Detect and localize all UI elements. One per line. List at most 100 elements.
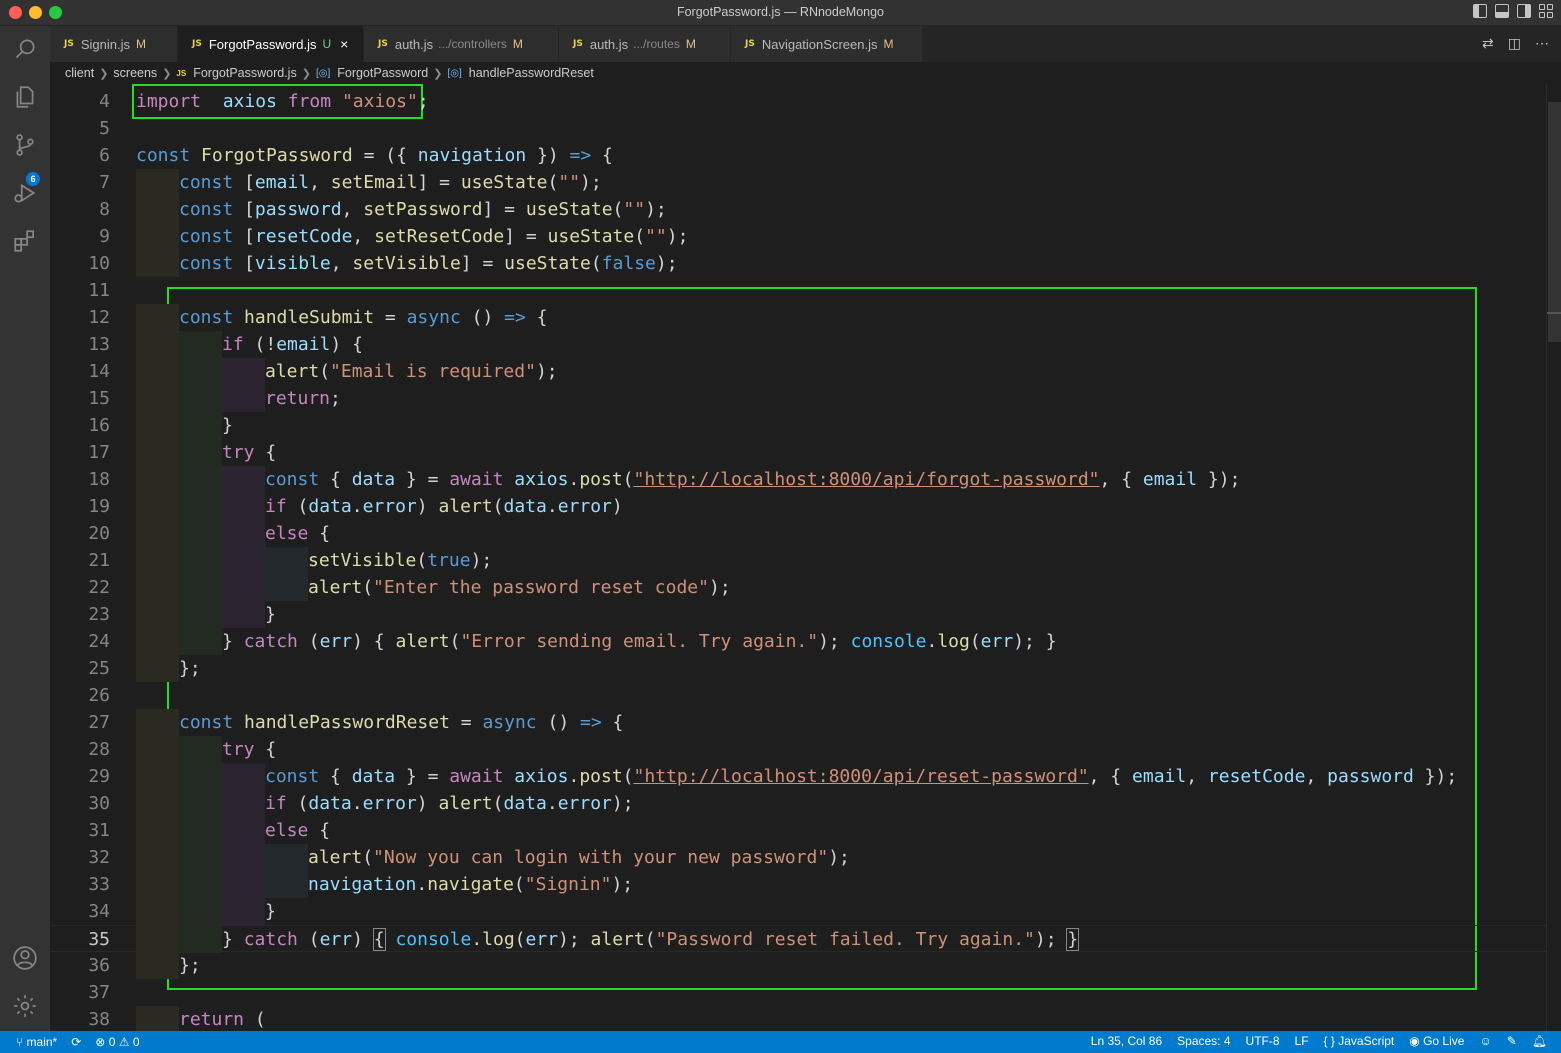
editor-scrollbar[interactable]: [1546, 84, 1561, 1031]
tab-auth-js-routes[interactable]: JS auth.js .../routes M: [559, 26, 731, 62]
code-line[interactable]: 28 try {: [50, 736, 1546, 763]
code-line[interactable]: 26: [50, 682, 1546, 709]
line-number[interactable]: 33: [50, 871, 110, 898]
indentation[interactable]: Spaces: 4: [1177, 1034, 1230, 1048]
line-number[interactable]: 11: [50, 277, 110, 304]
line-number[interactable]: 5: [50, 115, 110, 142]
line-number[interactable]: 6: [50, 142, 110, 169]
tab-close-icon[interactable]: ×: [340, 36, 348, 52]
line-number[interactable]: 34: [50, 898, 110, 925]
line-number[interactable]: 21: [50, 547, 110, 574]
explorer-files-icon[interactable]: [12, 84, 38, 110]
code-line[interactable]: 10 const [visible, setVisible] = useState…: [50, 250, 1546, 277]
line-number[interactable]: 18: [50, 466, 110, 493]
run-debug-icon[interactable]: [12, 180, 38, 206]
split-editor-icon[interactable]: ◫: [1508, 35, 1521, 52]
line-number[interactable]: 20: [50, 520, 110, 547]
line-number[interactable]: 14: [50, 358, 110, 385]
feedback-icon[interactable]: ✎: [1507, 1034, 1517, 1048]
code-editor[interactable]: 4 import axios from "axios"; 5 6 const Forgo…: [50, 84, 1546, 1031]
code-line[interactable]: 14 alert("Email is required");: [50, 358, 1546, 385]
line-number[interactable]: 10: [50, 250, 110, 277]
line-number[interactable]: 29: [50, 763, 110, 790]
sync-icon[interactable]: ⟳: [71, 1035, 81, 1049]
line-number[interactable]: 22: [50, 574, 110, 601]
line-number[interactable]: 26: [50, 682, 110, 709]
tab-auth-js-controllers[interactable]: JS auth.js .../controllers M: [364, 26, 559, 62]
account-icon[interactable]: [12, 945, 38, 971]
code-line[interactable]: 16}: [50, 412, 1546, 439]
toggle-panel-icon[interactable]: [1495, 4, 1509, 18]
line-number[interactable]: 23: [50, 601, 110, 628]
line-number[interactable]: 8: [50, 196, 110, 223]
cursor-position[interactable]: Ln 35, Col 86: [1091, 1034, 1162, 1048]
line-number[interactable]: 13: [50, 331, 110, 358]
code-line[interactable]: 4 import axios from "axios";: [50, 88, 1546, 115]
code-line[interactable]: 19 if (data.error) alert(data.error): [50, 493, 1546, 520]
code-line[interactable]: 17 try {: [50, 439, 1546, 466]
encoding[interactable]: UTF-8: [1246, 1034, 1280, 1048]
code-line[interactable]: 5: [50, 115, 1546, 142]
end-of-line[interactable]: LF: [1295, 1034, 1309, 1048]
code-line[interactable]: 25};: [50, 655, 1546, 682]
line-number[interactable]: 19: [50, 493, 110, 520]
toggle-primary-sidebar-icon[interactable]: [1473, 4, 1487, 18]
line-number[interactable]: 31: [50, 817, 110, 844]
problems-indicator[interactable]: ⊗ 0 ⚠ 0: [95, 1035, 139, 1049]
code-line[interactable]: 31 else {: [50, 817, 1546, 844]
code-line[interactable]: 18 const { data } = await axios.post("htt…: [50, 466, 1546, 493]
line-number[interactable]: 15: [50, 385, 110, 412]
line-number[interactable]: 9: [50, 223, 110, 250]
code-line[interactable]: 30 if (data.error) alert(data.error);: [50, 790, 1546, 817]
code-line[interactable]: 22 alert("Enter the password reset code")…: [50, 574, 1546, 601]
line-number[interactable]: 4: [50, 88, 110, 115]
copilot-icon[interactable]: ☺: [1479, 1034, 1491, 1048]
open-changes-icon[interactable]: ⇄: [1482, 35, 1494, 52]
settings-gear-icon[interactable]: [12, 993, 38, 1019]
tab-forgotpassword-js[interactable]: JS ForgotPassword.js U ×: [178, 26, 364, 62]
code-line[interactable]: 29 const { data } = await axios.post("htt…: [50, 763, 1546, 790]
tab-signin-js[interactable]: JS Signin.js M: [50, 26, 178, 62]
code-line[interactable]: 24} catch (err) { alert("Error sending e…: [50, 628, 1546, 655]
line-number[interactable]: 12: [50, 304, 110, 331]
line-number[interactable]: 37: [50, 979, 110, 1006]
search-icon[interactable]: [12, 36, 38, 62]
line-number[interactable]: 17: [50, 439, 110, 466]
toggle-secondary-sidebar-icon[interactable]: [1517, 4, 1531, 18]
git-branch[interactable]: ⑂ main*: [16, 1035, 57, 1049]
code-line[interactable]: 32 alert("Now you can login with your new…: [50, 844, 1546, 871]
notifications-bell-icon[interactable]: 🔔︎: [1532, 1034, 1547, 1048]
line-number[interactable]: 7: [50, 169, 110, 196]
breadcrumb-item[interactable]: client: [65, 66, 94, 80]
tab-navigationscreen-js[interactable]: JS NavigationScreen.js M: [731, 26, 923, 62]
source-control-icon[interactable]: [12, 132, 38, 158]
customize-layout-icon[interactable]: [1539, 4, 1553, 18]
code-line[interactable]: 9 const [resetCode, setResetCode] = useSt…: [50, 223, 1546, 250]
line-number[interactable]: 30: [50, 790, 110, 817]
language-mode[interactable]: { } JavaScript: [1324, 1034, 1395, 1048]
line-number[interactable]: 32: [50, 844, 110, 871]
code-line[interactable]: 21 setVisible(true);: [50, 547, 1546, 574]
line-number[interactable]: 27: [50, 709, 110, 736]
breadcrumb-item[interactable]: ForgotPassword: [337, 66, 428, 80]
breadcrumb-item[interactable]: ForgotPassword.js: [193, 66, 297, 80]
code-line[interactable]: 12 const handleSubmit = async () => {: [50, 304, 1546, 331]
extensions-icon[interactable]: [12, 228, 38, 254]
line-number[interactable]: 16: [50, 412, 110, 439]
line-number[interactable]: 35: [50, 926, 110, 953]
line-number[interactable]: 24: [50, 628, 110, 655]
code-line[interactable]: 27 const handlePasswordReset = async () =…: [50, 709, 1546, 736]
code-line[interactable]: 37: [50, 979, 1546, 1006]
code-line[interactable]: 20 else {: [50, 520, 1546, 547]
more-actions-icon[interactable]: ⋯: [1535, 35, 1549, 52]
line-number[interactable]: 25: [50, 655, 110, 682]
code-line[interactable]: 7 const [email, setEmail] = useState("");: [50, 169, 1546, 196]
code-line[interactable]: 13 if (!email) {: [50, 331, 1546, 358]
code-line[interactable]: 33 navigation.navigate("Signin");: [50, 871, 1546, 898]
scrollbar-thumb[interactable]: [1548, 102, 1561, 342]
line-number[interactable]: 28: [50, 736, 110, 763]
breadcrumb-item[interactable]: screens: [113, 66, 157, 80]
code-line[interactable]: 11: [50, 277, 1546, 304]
line-number[interactable]: 38: [50, 1006, 110, 1031]
code-line[interactable]: 6 const ForgotPassword = ({ navigation })…: [50, 142, 1546, 169]
